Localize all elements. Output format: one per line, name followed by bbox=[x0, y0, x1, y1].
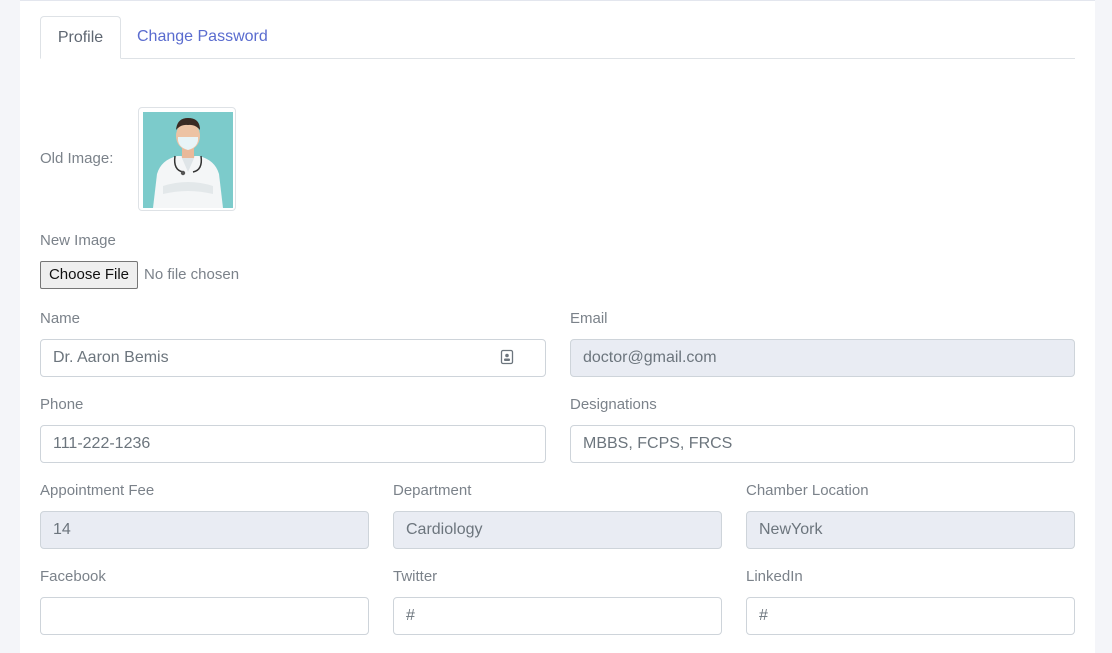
phone-input[interactable] bbox=[40, 425, 546, 463]
department-label: Department bbox=[393, 482, 472, 499]
linkedin-label: LinkedIn bbox=[746, 568, 803, 585]
new-image-label: New Image bbox=[40, 232, 116, 249]
choose-file-button[interactable]: Choose File bbox=[40, 261, 138, 289]
twitter-label: Twitter bbox=[393, 568, 438, 585]
chamber-location-label: Chamber Location bbox=[746, 482, 869, 499]
name-label: Name bbox=[40, 310, 81, 327]
department-input[interactable] bbox=[393, 511, 722, 549]
old-image-thumbnail bbox=[138, 107, 236, 211]
phone-label: Phone bbox=[40, 396, 84, 413]
twitter-input[interactable] bbox=[393, 597, 722, 635]
designations-input[interactable] bbox=[570, 425, 1075, 463]
name-input[interactable] bbox=[40, 339, 546, 377]
file-status-text: No file chosen bbox=[144, 266, 240, 283]
appointment-fee-input[interactable] bbox=[40, 511, 369, 549]
linkedin-input[interactable] bbox=[746, 597, 1075, 635]
facebook-input[interactable] bbox=[40, 597, 369, 635]
email-label: Email bbox=[570, 310, 608, 327]
tab-profile[interactable]: Profile bbox=[40, 16, 121, 59]
tab-bar: Profile Change Password bbox=[40, 16, 1075, 59]
appointment-fee-label: Appointment Fee bbox=[40, 482, 155, 499]
doctor-photo bbox=[143, 112, 233, 208]
tab-change-password[interactable]: Change Password bbox=[137, 16, 268, 58]
profile-card: Profile Change Password Old Image: New I… bbox=[20, 0, 1095, 653]
chamber-location-input[interactable] bbox=[746, 511, 1075, 549]
contact-card-icon[interactable] bbox=[500, 349, 514, 365]
designations-label: Designations bbox=[570, 396, 657, 413]
facebook-label: Facebook bbox=[40, 568, 106, 585]
email-input[interactable] bbox=[570, 339, 1075, 377]
old-image-label: Old Image: bbox=[40, 150, 114, 167]
